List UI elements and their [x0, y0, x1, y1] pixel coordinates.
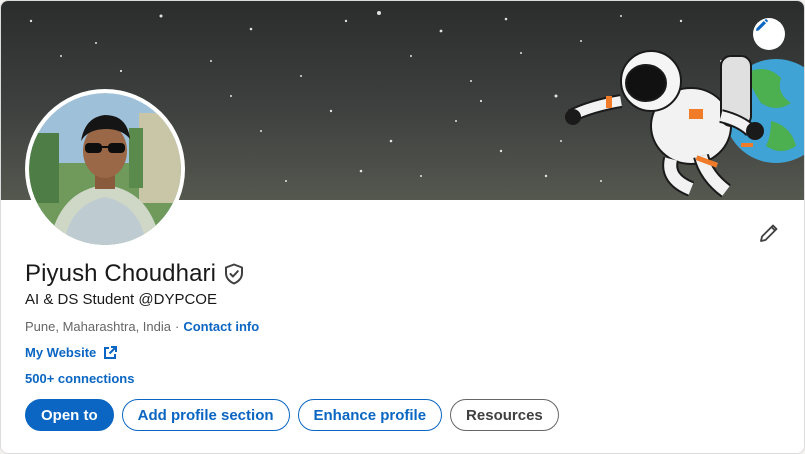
name-row: Piyush Choudhari — [25, 260, 244, 288]
pencil-icon — [756, 19, 768, 31]
connections-label[interactable]: 500+ connections — [25, 371, 134, 386]
profile-avatar[interactable] — [25, 89, 185, 249]
intro-edit-button[interactable] — [751, 215, 787, 251]
profile-name: Piyush Choudhari — [25, 260, 217, 287]
external-link-icon — [104, 345, 118, 359]
profile-headline: AI & DS Student @DYPCOE — [25, 291, 217, 308]
contact-info-link[interactable]: Contact info — [183, 319, 259, 334]
profile-location: Pune, Maharashtra, India — [25, 319, 171, 334]
separator-dot: · — [174, 319, 180, 334]
website-link[interactable]: My Website — [25, 345, 118, 360]
enhance-profile-button[interactable]: Enhance profile — [297, 399, 443, 431]
location-row: Pune, Maharashtra, India · Contact info — [25, 319, 259, 334]
banner-edit-button[interactable] — [753, 18, 785, 50]
profile-photo — [29, 93, 181, 245]
verified-shield-icon — [225, 263, 244, 285]
resources-button[interactable]: Resources — [450, 399, 559, 431]
website-label[interactable]: My Website — [25, 345, 96, 360]
profile-actions: Open to Add profile section Enhance prof… — [25, 399, 559, 431]
open-to-button[interactable]: Open to — [25, 399, 114, 431]
connections-count[interactable]: 500+ connections — [25, 371, 134, 386]
profile-card: Piyush Choudhari AI & DS Student @DYPCOE… — [0, 0, 805, 454]
verified-badge[interactable] — [224, 263, 244, 285]
add-profile-section-button[interactable]: Add profile section — [121, 399, 290, 431]
pencil-icon — [760, 224, 778, 242]
